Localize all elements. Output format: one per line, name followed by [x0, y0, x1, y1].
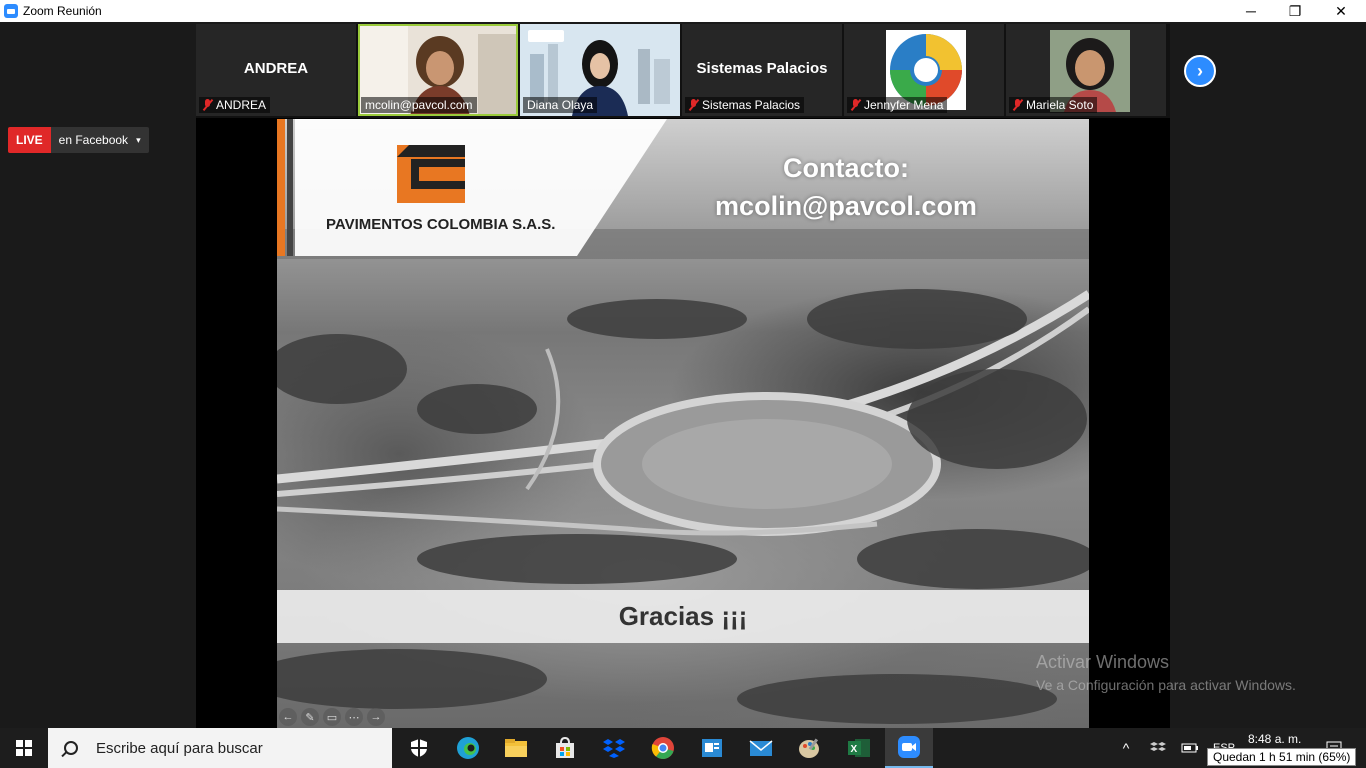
participant-tile[interactable]: Jennyfer Mena [844, 24, 1004, 116]
file-explorer-icon [505, 739, 527, 757]
mic-muted-icon [203, 99, 212, 111]
more-options-icon[interactable]: ⋯ [345, 708, 363, 726]
windows-taskbar: Escribe aquí para buscar X ^ ESP 8:48 a.… [0, 728, 1366, 768]
search-placeholder: Escribe aquí para buscar [96, 739, 263, 757]
mic-muted-icon [689, 99, 698, 111]
company-name: PAVIMENTOS COLOMBIA S.A.S. [326, 216, 556, 233]
chevron-down-icon: ▾ [136, 134, 141, 145]
presentation-slide[interactable]: PAVIMENTOS COLOMBIA S.A.S. Contacto: mco… [277, 119, 1089, 728]
activate-windows-watermark: Activar Windows Ve a Configuración para … [1036, 652, 1296, 693]
participant-display-name: ANDREA [243, 60, 309, 77]
dropbox-icon [603, 739, 625, 758]
store-icon [556, 737, 574, 758]
taskbar-clock[interactable]: 8:48 a. m. [1248, 732, 1301, 746]
live-destination-label: en Facebook [58, 133, 129, 147]
battery-icon [1181, 743, 1198, 753]
participant-name: mcolin@pavcol.com [365, 98, 473, 112]
outlook-contacts-icon [702, 739, 722, 757]
live-stream-indicator[interactable]: LIVE en Facebook ▾ [8, 127, 149, 153]
show-hidden-icons-button[interactable]: ^ [1114, 728, 1138, 768]
mail-icon [749, 740, 773, 756]
logo-panel-shape [277, 119, 667, 256]
zoom-app-icon [4, 4, 18, 18]
watermark-title: Activar Windows [1036, 652, 1170, 672]
edge-icon [457, 737, 479, 759]
tray-battery[interactable] [1178, 728, 1202, 768]
thanks-banner: Gracias ¡¡¡ [277, 590, 1089, 643]
next-slide-icon[interactable]: → [367, 708, 385, 726]
taskbar-paint[interactable] [786, 728, 834, 768]
excel-icon: X [848, 739, 870, 757]
taskbar-excel[interactable]: X [835, 728, 883, 768]
windows-logo-icon [16, 740, 32, 756]
dropbox-tray-icon [1150, 742, 1166, 751]
participant-gallery: ANDREA ANDREA mcolin@pavcol.com Diana Ol… [196, 24, 1170, 118]
live-destination[interactable]: en Facebook ▾ [50, 127, 149, 153]
participant-name-bar: Diana Olaya [523, 97, 598, 113]
tray-dropbox[interactable] [1146, 728, 1170, 768]
next-participants-button[interactable]: › [1184, 55, 1216, 87]
participant-name-bar: ANDREA [199, 97, 271, 113]
taskbar-dropbox[interactable] [590, 728, 638, 768]
pen-icon[interactable]: ✎ [301, 708, 319, 726]
chrome-icon [651, 737, 674, 759]
participant-name-bar: Sistemas Palacios [685, 97, 805, 113]
participant-name: Sistemas Palacios [702, 98, 801, 112]
participant-tile[interactable]: Sistemas Palacios Sistemas Palacios [682, 24, 842, 116]
mic-muted-icon [1013, 99, 1022, 111]
battery-tooltip: Quedan 1 h 51 min (65%) [1207, 748, 1357, 766]
taskbar-file-explorer[interactable] [492, 728, 540, 768]
restore-button[interactable]: ❐ [1272, 0, 1318, 22]
participant-tile[interactable]: Diana Olaya [520, 24, 680, 116]
participant-display-name: Sistemas Palacios [696, 60, 828, 77]
participant-name: Mariela Soto [1026, 98, 1094, 112]
participant-name-bar: Jennyfer Mena [847, 97, 948, 113]
participant-tile-active-speaker[interactable]: mcolin@pavcol.com [358, 24, 518, 116]
participant-tile[interactable]: ANDREA ANDREA [196, 24, 356, 116]
participant-name: Diana Olaya [527, 98, 594, 112]
svg-text:X: X [851, 744, 858, 755]
participant-tile[interactable]: Mariela Soto [1006, 24, 1166, 116]
mic-muted-icon [851, 99, 860, 111]
minimize-button[interactable]: ─ [1228, 0, 1274, 22]
window-title: Zoom Reunión [23, 4, 102, 18]
participant-name: ANDREA [216, 98, 267, 112]
slides-grid-icon[interactable]: ▭ [323, 708, 341, 726]
taskbar-zoom[interactable] [885, 728, 933, 768]
start-button[interactable] [0, 728, 48, 768]
contact-text: Contacto: mcolin@pavcol.com [699, 149, 993, 225]
taskbar-search-box[interactable]: Escribe aquí para buscar [48, 728, 392, 768]
watermark-subtitle: Ve a Configuración para activar Windows. [1036, 677, 1296, 693]
slideshow-toolbar: ← ✎ ▭ ⋯ → [279, 708, 385, 726]
contact-email: mcolin@pavcol.com [715, 191, 977, 221]
security-icon [411, 739, 427, 757]
taskbar-mail[interactable] [737, 728, 785, 768]
participant-name: Jennyfer Mena [864, 98, 944, 112]
participant-name-bar: Mariela Soto [1009, 97, 1098, 113]
close-button[interactable]: ✕ [1318, 0, 1364, 22]
taskbar-contacts[interactable] [688, 728, 736, 768]
taskbar-chrome[interactable] [639, 728, 687, 768]
paint-icon [799, 738, 819, 758]
company-logo-panel: PAVIMENTOS COLOMBIA S.A.S. [277, 119, 667, 256]
search-icon [64, 741, 78, 755]
taskbar-security[interactable] [395, 728, 443, 768]
window-title-bar: Zoom Reunión ─ ❐ ✕ [0, 0, 1366, 22]
participant-name-bar: mcolin@pavcol.com [361, 97, 477, 113]
live-badge: LIVE [8, 127, 51, 153]
taskbar-store[interactable] [541, 728, 589, 768]
contact-heading: Contacto: [783, 153, 909, 183]
taskbar-edge[interactable] [444, 728, 492, 768]
previous-slide-icon[interactable]: ← [279, 708, 297, 726]
zoom-icon [898, 736, 920, 758]
